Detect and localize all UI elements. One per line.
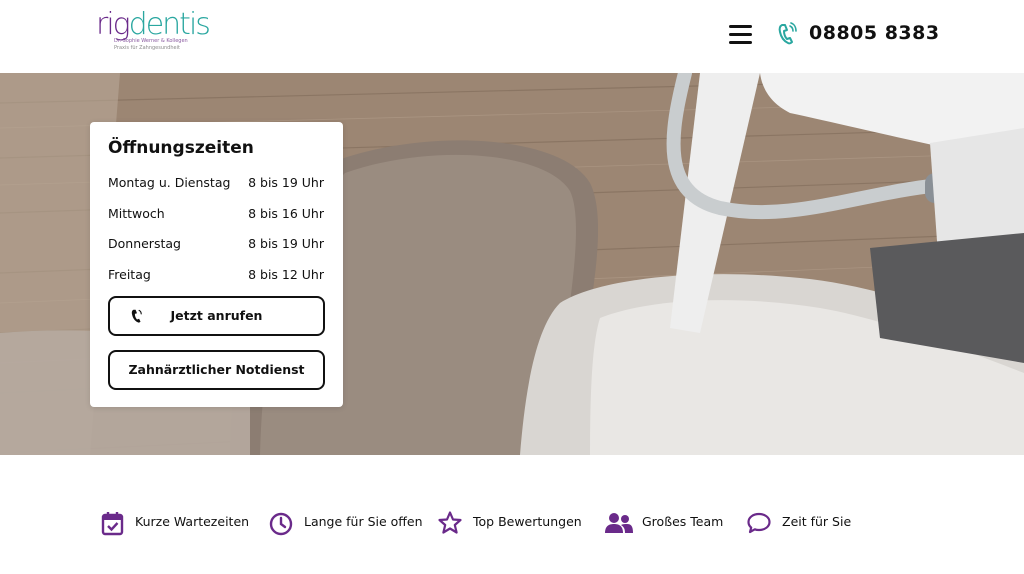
- hours-time: 8 bis 16 Uhr: [248, 206, 324, 221]
- hours-time: 8 bis 19 Uhr: [248, 236, 324, 251]
- star-icon: [438, 511, 462, 534]
- hamburger-menu-button[interactable]: [729, 25, 755, 47]
- hours-time: 8 bis 19 Uhr: [248, 175, 324, 190]
- feature-label: Großes Team: [642, 514, 724, 529]
- phone-icon: [778, 22, 797, 45]
- emergency-service-label: Zahnärztlicher Notdienst: [128, 362, 305, 377]
- emergency-service-button[interactable]: Zahnärztlicher Notdienst: [108, 350, 325, 390]
- hours-day: Freitag: [108, 267, 151, 282]
- opening-hours-card: Öffnungszeiten Montag u. Dienstag 8 bis …: [90, 122, 343, 407]
- logo-tagline: Dr. Sophie Werner & Kollegen: [114, 38, 188, 44]
- logo[interactable]: rigdentis Dr. Sophie Werner & Kollegen P…: [96, 8, 216, 52]
- site-header: rigdentis Dr. Sophie Werner & Kollegen P…: [0, 0, 1024, 73]
- call-now-label: Jetzt anrufen: [170, 308, 263, 323]
- feature-label: Zeit für Sie: [782, 514, 852, 529]
- hours-day: Montag u. Dienstag: [108, 175, 231, 190]
- users-icon: [605, 513, 633, 533]
- feature-label: Top Bewertungen: [473, 514, 582, 529]
- clock-icon: [269, 512, 293, 536]
- logo-tagline-secondary: Praxis für Zahngesundheit: [114, 45, 180, 51]
- call-now-button[interactable]: Jetzt anrufen: [108, 296, 325, 336]
- chat-bubble-icon: [747, 512, 771, 534]
- hours-time: 8 bis 12 Uhr: [248, 267, 324, 282]
- feature-label: Kurze Wartezeiten: [135, 514, 250, 529]
- phone-icon: [131, 309, 142, 323]
- feature-label: Lange für Sie offen: [304, 514, 423, 529]
- hamburger-icon: [729, 25, 752, 28]
- hours-day: Donnerstag: [108, 236, 181, 251]
- opening-hours-title: Öffnungszeiten: [108, 138, 254, 158]
- features-bar: Kurze Wartezeiten Lange für Sie offen To…: [0, 455, 1024, 574]
- calendar-check-icon: [101, 512, 124, 536]
- logo-wordmark: rigdentis: [96, 7, 211, 42]
- header-phone-number[interactable]: 08805 8383: [809, 22, 940, 44]
- hours-day: Mittwoch: [108, 206, 165, 221]
